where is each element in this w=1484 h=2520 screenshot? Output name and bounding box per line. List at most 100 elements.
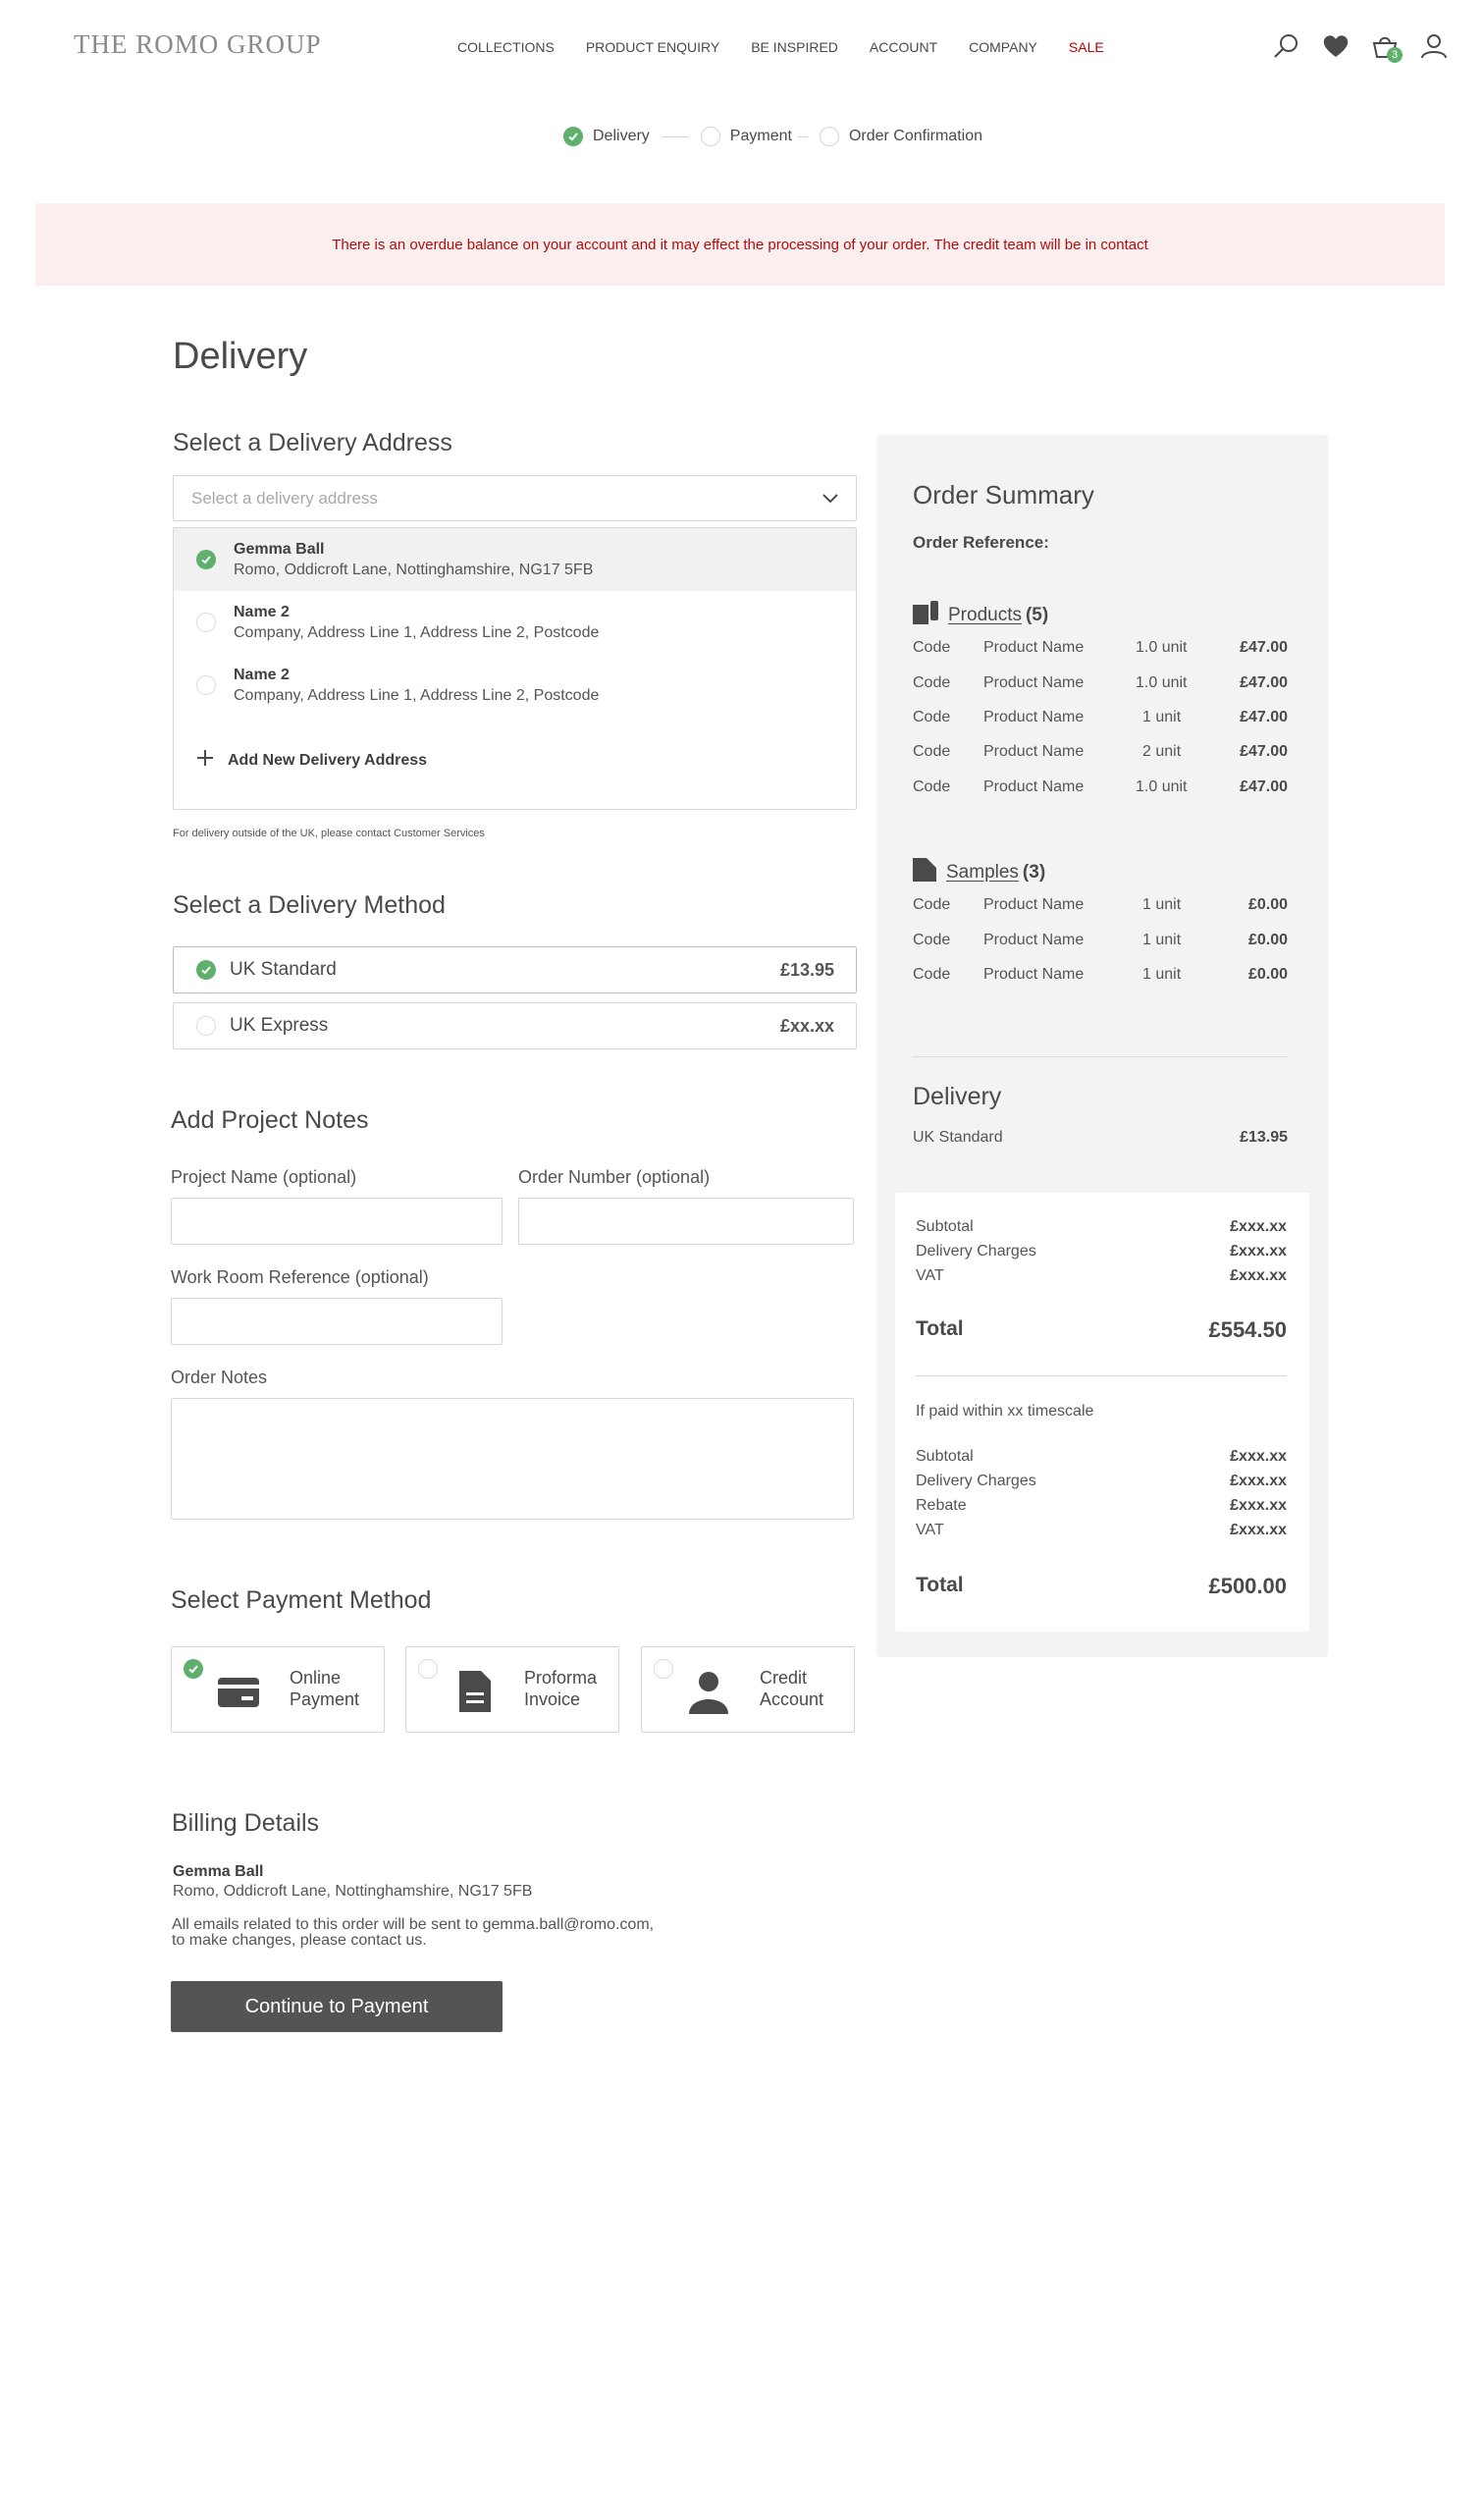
nav-product-enquiry[interactable]: PRODUCT ENQUIRY <box>586 39 719 55</box>
check-icon <box>196 550 216 569</box>
method-price: £13.95 <box>779 959 834 980</box>
nav-sale[interactable]: SALE <box>1069 39 1104 55</box>
divider <box>913 1056 1288 1057</box>
address-line: Company, Address Line 1, Address Line 2,… <box>234 686 600 704</box>
check-icon <box>563 127 583 146</box>
divider <box>916 1375 1287 1376</box>
list-item: Code Product Name 2 unit £47.00 <box>913 743 1288 760</box>
address-option[interactable]: Name 2 Company, Address Line 1, Address … <box>174 591 856 654</box>
order-number-input[interactable] <box>518 1198 854 1245</box>
total-row: Delivery Charges £xxx.xx <box>916 1473 1287 1489</box>
billing-address: Romo, Oddicroft Lane, Nottinghamshire, N… <box>173 1883 533 1900</box>
credit-card-icon <box>216 1669 261 1714</box>
step-label: Order Confirmation <box>848 128 982 144</box>
samples-link[interactable]: Samples <box>946 862 1019 884</box>
address-line: Romo, Oddicroft Lane, Nottinghamshire, N… <box>234 561 594 578</box>
payment-option-online[interactable]: Online Payment <box>171 1646 385 1733</box>
main-nav: COLLECTIONS PRODUCT ENQUIRY BE INSPIRED … <box>457 39 1104 55</box>
billing-email-note: All emails related to this order will be… <box>172 1917 654 1949</box>
totals-panel: Subtotal £xxx.xx Delivery Charges £xxx.xx … <box>895 1193 1309 1632</box>
order-notes-textarea[interactable] <box>171 1398 854 1520</box>
nav-account[interactable]: ACCOUNT <box>870 39 937 55</box>
list-item: Code Product Name 1 unit £47.00 <box>913 709 1288 725</box>
radio-icon <box>196 1016 216 1036</box>
address-name: Gemma Ball <box>234 540 325 558</box>
basket-icon[interactable]: 3 <box>1370 31 1403 63</box>
billing-heading: Billing Details <box>172 1809 320 1837</box>
method-label: UK Standard <box>230 959 337 980</box>
payment-option-proforma[interactable]: Proforma Invoice <box>405 1646 619 1733</box>
document-icon <box>455 1669 501 1714</box>
check-icon <box>196 960 216 980</box>
work-room-label: Work Room Reference (optional) <box>171 1267 429 1287</box>
project-name-label: Project Name (optional) <box>171 1167 357 1187</box>
radio-icon <box>418 1659 438 1679</box>
samples-group-title: Samples (3) <box>913 858 1045 887</box>
products-icon <box>913 601 938 630</box>
add-new-address-button[interactable]: Add New Delivery Address <box>196 749 427 772</box>
work-room-input[interactable] <box>171 1298 503 1345</box>
list-item: Code Product Name 1 unit £0.00 <box>913 896 1288 913</box>
logo[interactable]: THE ROMO GROUP <box>74 29 322 60</box>
nav-collections[interactable]: COLLECTIONS <box>457 39 555 55</box>
billing-email-line: to make changes, please contact us. <box>172 1932 427 1949</box>
summary-delivery-row: UK Standard £13.95 <box>913 1129 1288 1147</box>
step-label: Payment <box>729 128 792 144</box>
delivery-note: For delivery outside of the UK, please c… <box>173 828 485 839</box>
nav-be-inspired[interactable]: BE INSPIRED <box>751 39 838 55</box>
total-row: Rebate £xxx.xx <box>916 1497 1287 1514</box>
cart-count-badge: 3 <box>1387 47 1403 63</box>
summary-heading: Order Summary <box>913 480 1094 509</box>
address-heading: Select a Delivery Address <box>173 429 452 456</box>
address-list: Gemma Ball Romo, Oddicroft Lane, Notting… <box>173 527 857 810</box>
method-option-uk-express[interactable]: UK Express £xx.xx <box>173 1002 857 1049</box>
step-circle-icon <box>819 127 839 146</box>
products-count: (5) <box>1025 605 1049 625</box>
sample-swatch-icon <box>913 858 936 887</box>
person-icon <box>686 1669 731 1714</box>
step-circle-icon <box>700 127 720 146</box>
billing-name: Gemma Ball <box>173 1863 264 1880</box>
discounted-total-row: Total £500.00 <box>916 1574 1287 1598</box>
step-order-confirmation: Order Confirmation <box>819 127 982 146</box>
method-option-uk-standard[interactable]: UK Standard £13.95 <box>173 946 857 993</box>
order-notes-label: Order Notes <box>171 1367 268 1387</box>
page-title: Delivery <box>173 336 308 377</box>
user-icon[interactable] <box>1419 31 1449 61</box>
step-delivery: Delivery <box>563 127 650 146</box>
payment-label: Online <box>290 1668 342 1688</box>
summary-delivery-price: £13.95 <box>1240 1129 1288 1146</box>
continue-to-payment-button[interactable]: Continue to Payment <box>171 1981 503 2032</box>
payment-label: Credit <box>760 1668 808 1688</box>
overdue-alert: There is an overdue balance on your acco… <box>35 203 1445 286</box>
checkout-steps: Delivery Payment Order Confirmation <box>563 127 982 146</box>
nav-company[interactable]: COMPANY <box>969 39 1037 55</box>
step-payment: Payment <box>700 127 792 146</box>
address-name: Name 2 <box>234 666 290 683</box>
list-item: Code Product Name 1.0 unit £47.00 <box>913 778 1288 795</box>
add-new-address-label: Add New Delivery Address <box>228 751 428 769</box>
project-name-input[interactable] <box>171 1198 503 1245</box>
order-number-label: Order Number (optional) <box>518 1167 711 1187</box>
notes-heading: Add Project Notes <box>171 1106 369 1134</box>
radio-icon <box>196 613 216 632</box>
address-select[interactable]: Select a delivery address <box>173 475 857 521</box>
search-icon[interactable] <box>1272 31 1301 61</box>
total-row: VAT £xxx.xx <box>916 1522 1287 1538</box>
payment-option-credit-account[interactable]: Credit Account <box>641 1646 855 1733</box>
list-item: Code Product Name 1 unit £0.00 <box>913 932 1288 948</box>
method-heading: Select a Delivery Method <box>173 891 446 919</box>
list-item: Code Product Name 1.0 unit £47.00 <box>913 674 1288 691</box>
method-label: UK Express <box>230 1015 329 1036</box>
address-option[interactable]: Name 2 Company, Address Line 1, Address … <box>174 654 856 717</box>
products-link[interactable]: Products <box>948 605 1022 626</box>
address-option[interactable]: Gemma Ball Romo, Oddicroft Lane, Notting… <box>174 528 856 591</box>
header-icons: 3 <box>1272 31 1449 63</box>
list-item: Code Product Name 1.0 unit £47.00 <box>913 639 1288 656</box>
heart-icon[interactable] <box>1321 31 1351 61</box>
plus-icon <box>196 749 214 772</box>
payment-label: Invoice <box>524 1689 581 1709</box>
payment-heading: Select Payment Method <box>171 1586 432 1614</box>
summary-delivery-label: UK Standard <box>913 1129 1003 1146</box>
samples-count: (3) <box>1022 862 1046 883</box>
